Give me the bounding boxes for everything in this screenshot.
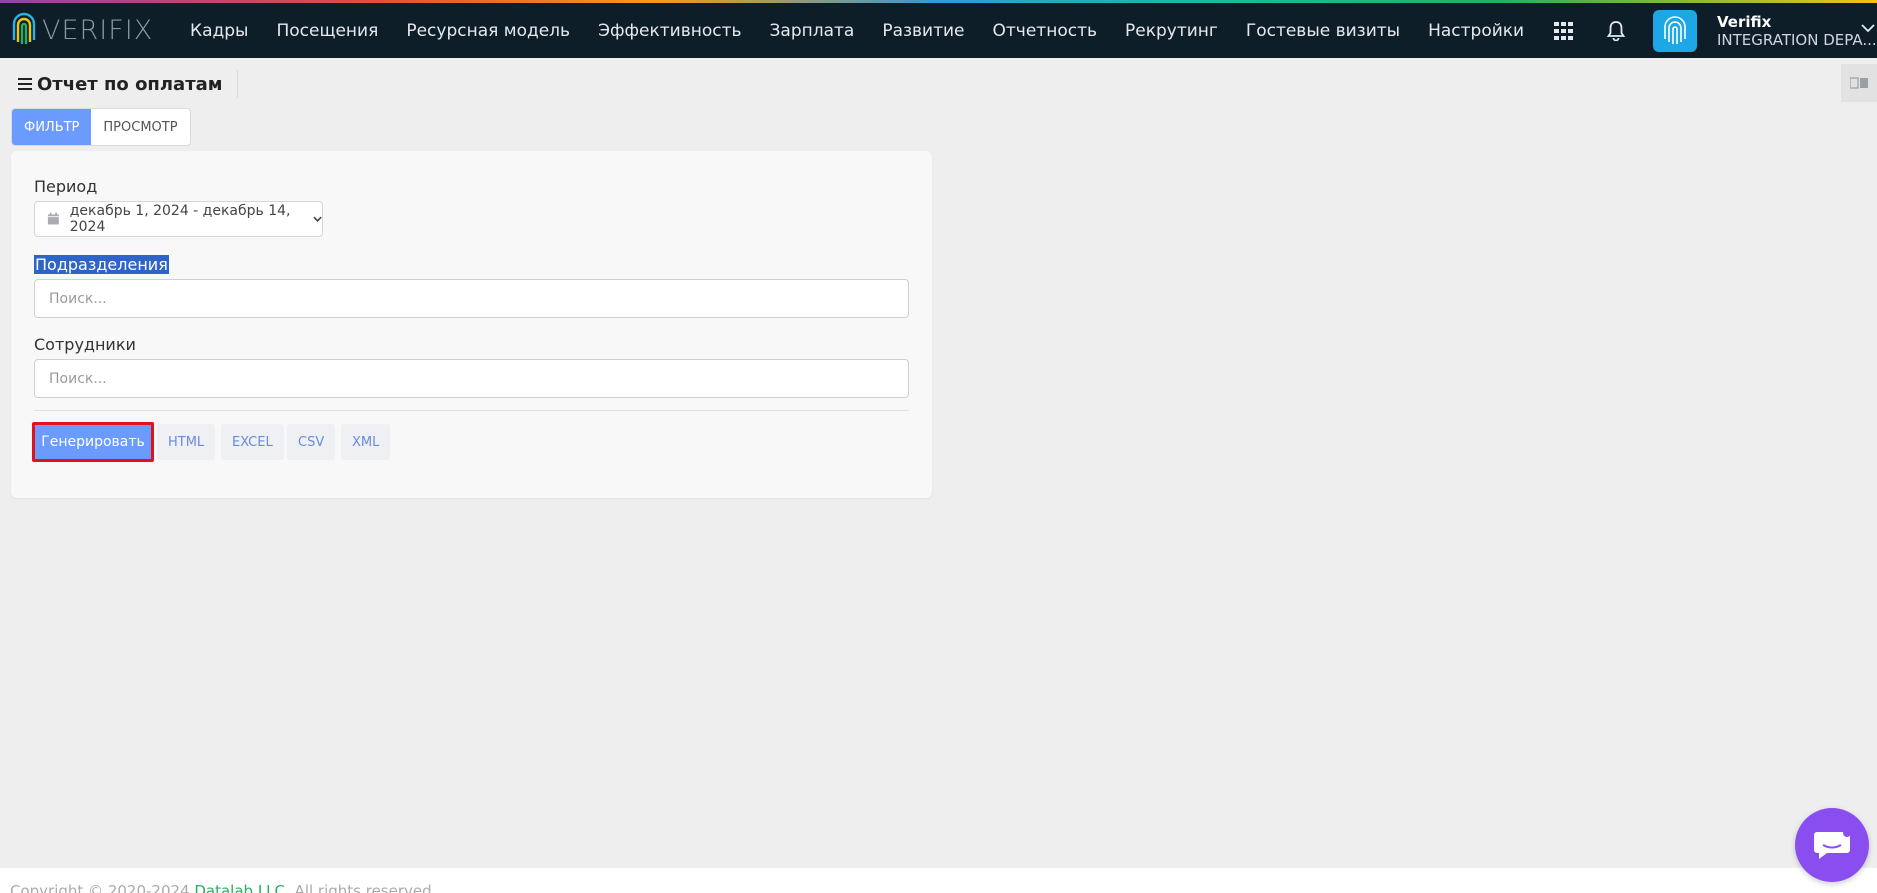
apps-grid-icon[interactable] bbox=[1549, 16, 1579, 46]
nav-item-kadry[interactable]: Кадры bbox=[190, 21, 248, 41]
brand-logo[interactable]: VERIFIX bbox=[10, 10, 170, 52]
period-value: декабрь 1, 2024 - декабрь 14, 2024 bbox=[69, 203, 291, 235]
generate-button[interactable]: Генерировать bbox=[32, 422, 154, 462]
copyright-suffix: . All rights reserved. bbox=[285, 882, 437, 893]
copyright-prefix: Copyright © 2020-2024 bbox=[10, 882, 195, 893]
nav-item-recruiting[interactable]: Рекрутинг bbox=[1125, 21, 1218, 41]
fingerprint-avatar-icon bbox=[1664, 15, 1686, 44]
employees-label: Сотрудники bbox=[34, 335, 136, 354]
fingerprint-logo-icon bbox=[12, 12, 36, 44]
navbar-right: Verifix INTEGRATION DEPA... bbox=[1549, 3, 1877, 58]
period-label: Период bbox=[34, 177, 98, 196]
copyright-text: Copyright © 2020-2024 Datalab LLC. All r… bbox=[10, 882, 436, 893]
nav-item-reporting[interactable]: Отчетность bbox=[993, 21, 1097, 41]
nav-item-settings[interactable]: Настройки bbox=[1428, 21, 1524, 41]
tab-view[interactable]: ПРОСМОТР bbox=[91, 109, 189, 145]
tab-filter[interactable]: ФИЛЬТР bbox=[12, 109, 92, 145]
logo-text: VERIFIX bbox=[42, 15, 154, 46]
departments-label: Подразделения bbox=[34, 255, 169, 274]
hamburger-icon[interactable] bbox=[18, 78, 32, 90]
export-excel-button[interactable]: EXCEL bbox=[221, 424, 284, 460]
form-divider bbox=[34, 410, 909, 411]
user-name: Verifix bbox=[1717, 12, 1772, 31]
nav-item-guest-visits[interactable]: Гостевые визиты bbox=[1246, 21, 1400, 41]
chevron-down-icon bbox=[313, 216, 322, 222]
calendar-icon bbox=[47, 212, 59, 225]
nav-item-poseshcheniya[interactable]: Посещения bbox=[276, 21, 378, 41]
view-tabs: ФИЛЬТР ПРОСМОТР bbox=[11, 108, 191, 146]
nav-item-effectiveness[interactable]: Эффективность bbox=[598, 21, 741, 41]
filter-card: Период декабрь 1, 2024 - декабрь 14, 202… bbox=[11, 151, 932, 498]
nav-item-resource-model[interactable]: Ресурсная модель bbox=[406, 21, 570, 41]
company-link[interactable]: Datalab LLC bbox=[194, 882, 285, 893]
top-navbar: VERIFIX Кадры Посещения Ресурсная модель… bbox=[0, 3, 1877, 58]
main-menu: Кадры Посещения Ресурсная модель Эффекти… bbox=[190, 21, 1552, 41]
nav-item-salary[interactable]: Зарплата bbox=[770, 21, 855, 41]
page-footer: Copyright © 2020-2024 Datalab LLC. All r… bbox=[0, 868, 1877, 893]
chevron-down-icon[interactable] bbox=[1861, 23, 1875, 33]
nav-item-development[interactable]: Развитие bbox=[882, 21, 964, 41]
departments-search-input[interactable] bbox=[34, 279, 909, 318]
user-info[interactable]: Verifix INTEGRATION DEPA... bbox=[1717, 13, 1877, 49]
user-avatar[interactable] bbox=[1653, 9, 1697, 52]
export-html-button[interactable]: HTML bbox=[157, 424, 216, 460]
bell-icon[interactable] bbox=[1601, 16, 1631, 46]
page-title: Отчет по оплатам bbox=[37, 73, 223, 95]
chat-icon bbox=[1814, 829, 1851, 859]
employees-search-input[interactable] bbox=[34, 359, 909, 398]
export-xml-button[interactable]: XML bbox=[341, 424, 391, 460]
translate-icon[interactable] bbox=[1841, 64, 1877, 102]
user-department: INTEGRATION DEPA... bbox=[1717, 30, 1877, 49]
chat-widget-button[interactable] bbox=[1795, 808, 1869, 882]
period-date-range[interactable]: декабрь 1, 2024 - декабрь 14, 2024 bbox=[34, 201, 323, 237]
page-header: Отчет по оплатам bbox=[18, 70, 238, 98]
export-csv-button[interactable]: CSV bbox=[287, 424, 336, 460]
